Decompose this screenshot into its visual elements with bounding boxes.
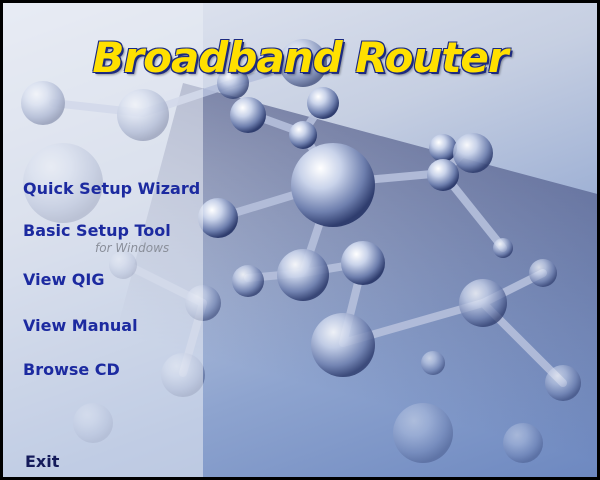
quick-setup-wizard-link[interactable]: Quick Setup Wizard <box>23 179 200 198</box>
app-title: Broadband Router <box>92 33 508 82</box>
basic-setup-platform-note: for Windows <box>95 241 170 255</box>
autorun-window: Broadband Router Quick Setup Wizard Basi… <box>3 3 597 477</box>
exit-link[interactable]: Exit <box>25 452 59 471</box>
view-manual-link[interactable]: View Manual <box>23 316 138 335</box>
view-qig-link[interactable]: View QIG <box>23 270 104 289</box>
basic-setup-tool-link[interactable]: Basic Setup Tool <box>23 221 171 240</box>
browse-cd-link[interactable]: Browse CD <box>23 360 120 379</box>
